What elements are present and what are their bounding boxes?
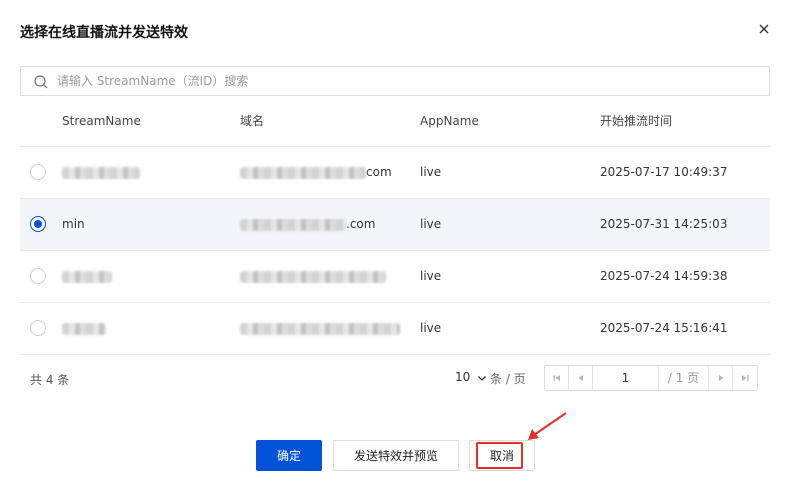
start-time-cell: 2025-07-17 10:49:37 [600,146,770,199]
last-page-button[interactable] [733,366,757,390]
send-effect-preview-button[interactable]: 发送特效并预览 [333,440,459,471]
first-page-icon [553,375,560,381]
confirm-button[interactable]: 确定 [256,440,322,471]
chevron-down-icon [478,375,487,381]
row-radio-selected[interactable] [30,216,46,232]
total-count: 共 4 条 [30,373,70,387]
cancel-button[interactable]: 取消 [469,440,535,471]
table-header-row: StreamName 域名 AppName 开始推流时间 [20,96,770,147]
start-time-cell: 2025-07-24 15:16:41 [600,302,770,355]
domain-suffix: .com [346,217,376,231]
header-select [20,96,62,147]
table-row[interactable]: com live 2025-07-17 10:49:37 [20,146,770,199]
stream-name-cell: min [62,198,240,251]
redacted-domain [240,322,400,335]
app-name-cell: live [420,250,600,303]
search-input[interactable] [57,67,757,95]
header-domain: 域名 [240,96,420,147]
prev-page-button[interactable] [569,366,593,390]
app-name-cell: live [420,302,600,355]
row-radio[interactable] [30,320,46,336]
per-page-label: 条 / 页 [490,372,526,386]
header-start-time: 开始推流时间 [600,96,770,147]
app-name-cell: live [420,198,600,251]
first-page-button[interactable] [545,366,569,390]
next-page-icon [718,375,723,381]
dialog-title: 选择在线直播流并发送特效 [20,25,188,41]
page-size-select[interactable]: 10 [455,370,487,384]
last-page-icon [742,375,749,381]
stream-table: StreamName 域名 AppName 开始推流时间 com live 20… [20,96,770,355]
annotation-arrow-icon [528,412,567,440]
prev-page-icon [578,375,583,381]
total-pages: / 1 页 [659,366,709,390]
row-radio[interactable] [30,164,46,180]
redacted-stream-name [62,270,112,283]
start-time-cell: 2025-07-31 14:25:03 [600,198,770,251]
page-number-input[interactable]: 1 [593,366,659,390]
redacted-stream-name [62,166,140,179]
redacted-stream-name [62,322,106,335]
select-stream-dialog: 选择在线直播流并发送特效 StreamName 域名 AppName 开始推流时… [0,0,792,492]
next-page-button[interactable] [709,366,733,390]
domain-suffix: com [366,165,392,179]
table-row[interactable]: min .com live 2025-07-31 14:25:03 [20,198,770,251]
close-icon[interactable] [756,21,772,37]
pagination: 1 / 1 页 [544,365,758,391]
header-app-name: AppName [420,96,600,147]
start-time-cell: 2025-07-24 14:59:38 [600,250,770,303]
table-row[interactable]: live 2025-07-24 14:59:38 [20,250,770,303]
redacted-domain [240,218,346,231]
search-icon [34,75,48,89]
row-radio[interactable] [30,268,46,284]
table-row[interactable]: live 2025-07-24 15:16:41 [20,302,770,355]
app-name-cell: live [420,146,600,199]
search-box [20,66,770,96]
redacted-domain [240,166,366,179]
header-stream-name: StreamName [62,96,240,147]
redacted-domain [240,270,386,283]
page-size-value: 10 [455,370,471,384]
